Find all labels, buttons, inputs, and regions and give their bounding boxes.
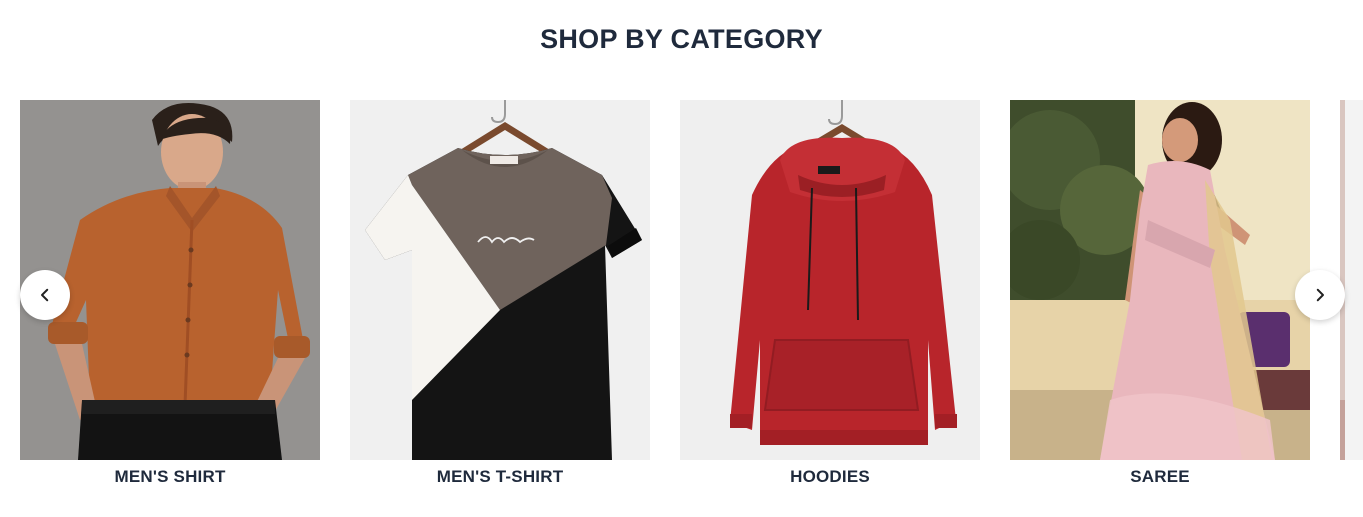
category-label[interactable]: MEN'S SHIRT xyxy=(20,467,320,487)
category-image-hoodies[interactable] xyxy=(680,100,980,460)
partial-category-photo xyxy=(1340,100,1363,460)
category-card-saree[interactable]: SAREE xyxy=(1010,100,1310,487)
carousel-next-button[interactable] xyxy=(1295,270,1345,320)
category-label[interactable]: MEN'S T-SHIRT xyxy=(350,467,650,487)
category-label[interactable]: HOODIES xyxy=(680,467,980,487)
category-carousel: MEN'S SHIRT MEN'S T-SHIRT HOODIES SAREE xyxy=(20,100,1363,500)
chevron-left-icon xyxy=(41,288,49,302)
category-image-saree[interactable] xyxy=(1010,100,1310,460)
carousel-prev-button[interactable] xyxy=(20,270,70,320)
category-card-mens-tshirt[interactable]: MEN'S T-SHIRT xyxy=(350,100,650,487)
mens-tshirt-photo xyxy=(350,100,650,460)
category-image-mens-tshirt[interactable] xyxy=(350,100,650,460)
hoodie-photo xyxy=(680,100,980,460)
category-image-partial[interactable] xyxy=(1340,100,1363,460)
category-label[interactable]: SAREE xyxy=(1010,467,1310,487)
saree-photo xyxy=(1010,100,1310,460)
section-title: SHOP BY CATEGORY xyxy=(540,24,823,54)
chevron-right-icon xyxy=(1316,288,1324,302)
category-card-hoodies[interactable]: HOODIES xyxy=(680,100,980,487)
category-card-partial[interactable] xyxy=(1340,100,1363,460)
